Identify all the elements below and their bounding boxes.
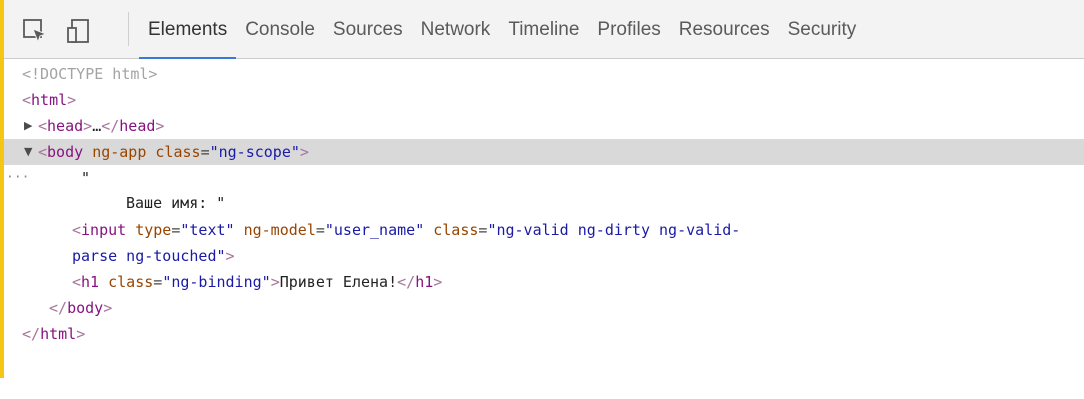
body-open-tag: <body ng-app class="ng-scope"> [38,143,309,161]
dom-node-doctype[interactable]: <!DOCTYPE html> [4,61,1084,87]
tab-network[interactable]: Network [412,0,500,59]
dom-node-input[interactable]: <input type="text" ng-model="user_name" … [4,217,1084,243]
toolbar-separator [128,12,129,46]
devtools-toolbar: Elements Console Sources Network Timelin… [4,0,1084,59]
html-open-tag: <html> [22,91,77,109]
expand-arrow-icon[interactable]: ▶ [24,113,32,139]
tab-elements[interactable]: Elements [139,0,237,59]
tab-console[interactable]: Console [236,0,324,59]
tab-profiles[interactable]: Profiles [588,0,669,59]
dom-node-body-selected[interactable]: ··· ▼ <body ng-app class="ng-scope"> [4,139,1084,185]
dom-node-html-close[interactable]: </html> [4,321,1084,347]
text-node-value: Ваше имя: " [126,194,226,212]
inspect-element-icon[interactable] [22,18,48,44]
body-close-tag: </body> [49,299,113,317]
head-tag: <head>…</head> [38,117,165,135]
dom-text-node-quote[interactable]: " [4,165,1084,191]
tab-resources[interactable]: Resources [670,0,779,59]
input-tag: <input type="text" ng-model="user_name" … [72,221,741,239]
dom-node-body-close[interactable]: </body> [4,295,1084,321]
tab-sources[interactable]: Sources [324,0,412,59]
dom-node-head[interactable]: ▶ <head>…</head> [4,113,1084,139]
html-close-tag: </html> [22,325,86,343]
input-tag-continued: parse ng-touched"> [72,247,235,265]
elements-dom-tree: <!DOCTYPE html> <html> ▶ <head>…</head> … [4,59,1084,378]
panel-tabs: Elements Console Sources Network Timelin… [139,0,865,59]
doctype-text: <!DOCTYPE html> [22,65,158,83]
collapse-arrow-icon[interactable]: ▼ [24,139,32,165]
dom-node-html[interactable]: <html> [4,87,1084,113]
device-mode-icon[interactable] [66,18,92,44]
dom-text-node-content[interactable]: Ваше имя: " [4,190,1084,216]
dom-node-h1[interactable]: <h1 class="ng-binding">Привет Елена!</h1… [4,269,1084,295]
tab-security[interactable]: Security [779,0,866,59]
h1-tag: <h1 class="ng-binding">Привет Елена!</h1… [72,273,443,291]
dom-node-input-wrap: parse ng-touched"> [4,243,1084,269]
text-quote: " [81,169,91,187]
tab-timeline[interactable]: Timeline [499,0,588,59]
